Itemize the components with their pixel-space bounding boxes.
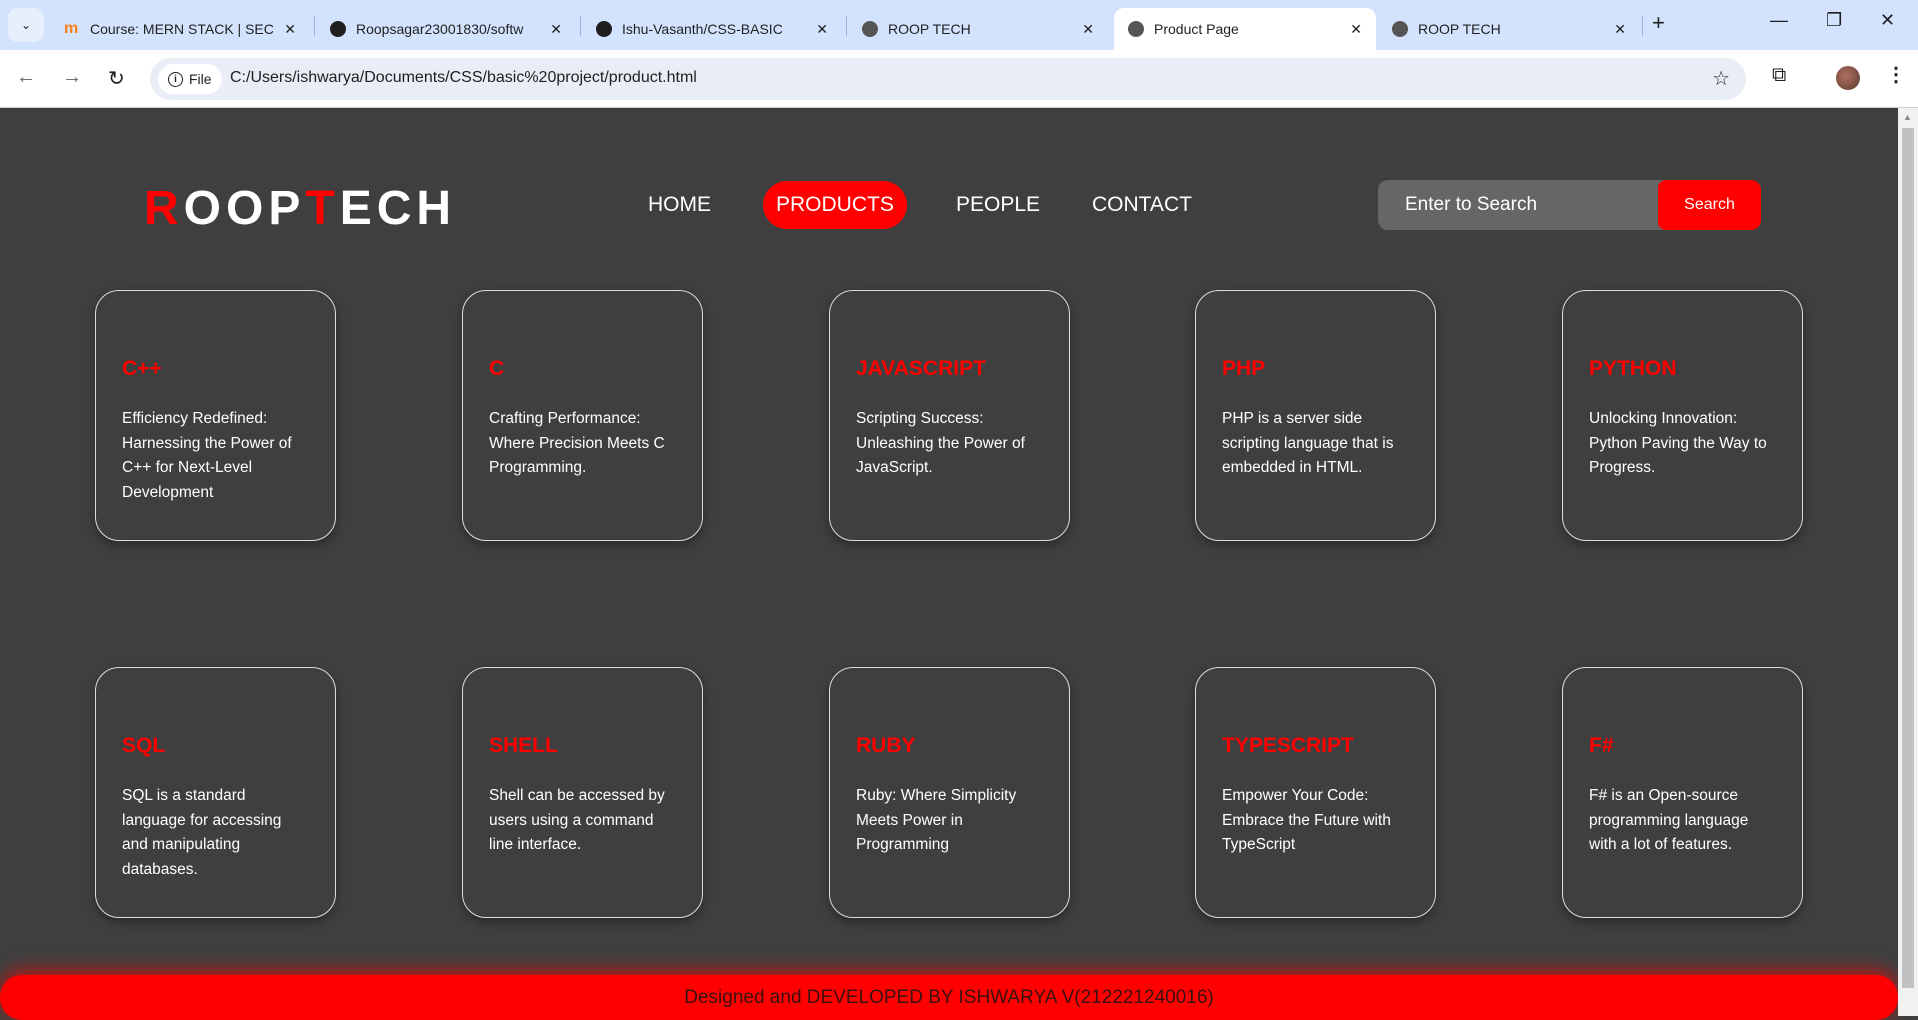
card-title: PHP xyxy=(1222,357,1266,380)
card-title: F# xyxy=(1589,734,1614,757)
card-description: F# is an Open-source programming languag… xyxy=(1589,787,1749,853)
close-icon[interactable]: ✕ xyxy=(550,21,562,38)
tab-ishu[interactable]: Ishu-Vasanth/CSS-BASIC ✕ xyxy=(582,8,842,50)
profile-avatar[interactable] xyxy=(1836,66,1860,90)
scroll-up-icon[interactable]: ▲ xyxy=(1903,112,1912,122)
product-card: PHP PHP is a server side scripting langua… xyxy=(1195,290,1436,541)
product-card: C Crafting Performance: Where Precision M… xyxy=(462,290,703,541)
tab-roopsagar[interactable]: Roopsagar23001830/softw ✕ xyxy=(316,8,576,50)
tab-course[interactable]: m Course: MERN STACK | SEC ✕ xyxy=(50,8,310,50)
card-description: Shell can be accessed by users using a c… xyxy=(489,787,665,853)
nav-home[interactable]: HOME xyxy=(648,193,711,217)
globe-icon xyxy=(1128,21,1144,37)
page-content: ROOPTECH HOME PRODUCTS PEOPLE CONTACT Se… xyxy=(0,108,1898,1020)
card-description: Scripting Success: Unleashing the Power … xyxy=(856,410,1025,476)
nav-products[interactable]: PRODUCTS xyxy=(763,181,907,229)
close-icon[interactable]: ✕ xyxy=(1350,21,1362,38)
card-description: Unlocking Innovation: Python Paving the … xyxy=(1589,410,1767,476)
card-title: JAVASCRIPT xyxy=(856,357,986,380)
tab-search-button[interactable]: ⌄ xyxy=(8,8,44,42)
extensions-icon[interactable]: ⧉ xyxy=(1772,64,1786,87)
restore-button[interactable]: ❐ xyxy=(1826,10,1842,31)
card-title: SHELL xyxy=(489,734,558,757)
globe-icon xyxy=(862,21,878,37)
back-icon[interactable]: ← xyxy=(16,66,36,89)
product-card: SHELL Shell can be accessed by users usin… xyxy=(462,667,703,918)
card-description: SQL is a standard language for accessing… xyxy=(122,787,282,878)
product-card: JAVASCRIPT Scripting Success: Unleashing … xyxy=(829,290,1070,541)
close-icon[interactable]: ✕ xyxy=(1082,21,1094,38)
tab-product-page[interactable]: Product Page ✕ xyxy=(1114,8,1376,50)
globe-icon xyxy=(1392,21,1408,37)
reload-icon[interactable]: ↻ xyxy=(108,66,125,91)
tab-strip: ⌄ m Course: MERN STACK | SEC ✕ Roopsagar23… xyxy=(0,0,1918,50)
close-icon[interactable]: ✕ xyxy=(816,21,828,38)
url-text[interactable]: C:/Users/ishwarya/Documents/CSS/basic%20… xyxy=(230,69,697,87)
product-card: RUBY Ruby: Where Simplicity Meets Power i… xyxy=(829,667,1070,918)
card-description: PHP is a server side scripting language … xyxy=(1222,410,1394,476)
card-description: Crafting Performance: Where Precision Me… xyxy=(489,410,665,476)
tab-roop-tech-2[interactable]: ROOP TECH ✕ xyxy=(1378,8,1640,50)
search-input[interactable] xyxy=(1378,180,1668,230)
product-card: F# F# is an Open-source programming langu… xyxy=(1562,667,1803,918)
product-card: SQL SQL is a standard language for access… xyxy=(95,667,336,918)
new-tab-button[interactable]: + xyxy=(1652,10,1665,36)
search-button[interactable]: Search xyxy=(1658,180,1761,230)
search-box: Search xyxy=(1378,180,1761,230)
card-description: Ruby: Where Simplicity Meets Power in Pr… xyxy=(856,787,1017,853)
site-info-chip[interactable]: i File xyxy=(158,64,222,94)
info-icon: i xyxy=(168,71,183,87)
card-title: TYPESCRIPT xyxy=(1222,734,1354,757)
product-card: TYPESCRIPT Empower Your Code: Embrace the… xyxy=(1195,667,1436,918)
forward-icon[interactable]: → xyxy=(62,66,82,89)
close-window-button[interactable]: ✕ xyxy=(1880,10,1895,31)
scrollbar-thumb[interactable] xyxy=(1902,128,1914,988)
nav-people[interactable]: PEOPLE xyxy=(956,193,1040,217)
scrollbar[interactable]: ▲ xyxy=(1898,108,1918,1016)
card-description: Empower Your Code: Embrace the Future wi… xyxy=(1222,787,1391,853)
nav-contact[interactable]: CONTACT xyxy=(1092,193,1192,217)
card-description: Efficiency Redefined: Harnessing the Pow… xyxy=(122,410,292,501)
card-title: SQL xyxy=(122,734,166,757)
tab-roop-tech-1[interactable]: ROOP TECH ✕ xyxy=(848,8,1108,50)
site-logo: ROOPTECH xyxy=(144,182,457,235)
toolbar: ← → ↻ i File C:/Users/ishwarya/Documents/… xyxy=(0,50,1918,108)
bookmark-star-icon[interactable]: ☆ xyxy=(1712,66,1730,91)
card-title: C++ xyxy=(122,357,162,380)
card-title: PYTHON xyxy=(1589,357,1677,380)
product-card: PYTHON Unlocking Innovation: Python Pavin… xyxy=(1562,290,1803,541)
address-bar[interactable]: i File C:/Users/ishwarya/Documents/CSS/ba… xyxy=(150,58,1746,100)
footer: Designed and DEVELOPED BY ISHWARYA V(212… xyxy=(0,975,1898,1020)
product-card: C++ Efficiency Redefined: Harnessing the … xyxy=(95,290,336,541)
kebab-menu-icon[interactable]: ⋮ xyxy=(1886,62,1906,87)
close-icon[interactable]: ✕ xyxy=(1614,21,1626,38)
github-icon xyxy=(596,21,612,37)
card-title: RUBY xyxy=(856,734,916,757)
minimize-button[interactable]: — xyxy=(1770,10,1788,31)
moodle-icon: m xyxy=(64,20,79,37)
card-title: C xyxy=(489,357,505,380)
close-icon[interactable]: ✕ xyxy=(284,21,296,38)
github-icon xyxy=(330,21,346,37)
